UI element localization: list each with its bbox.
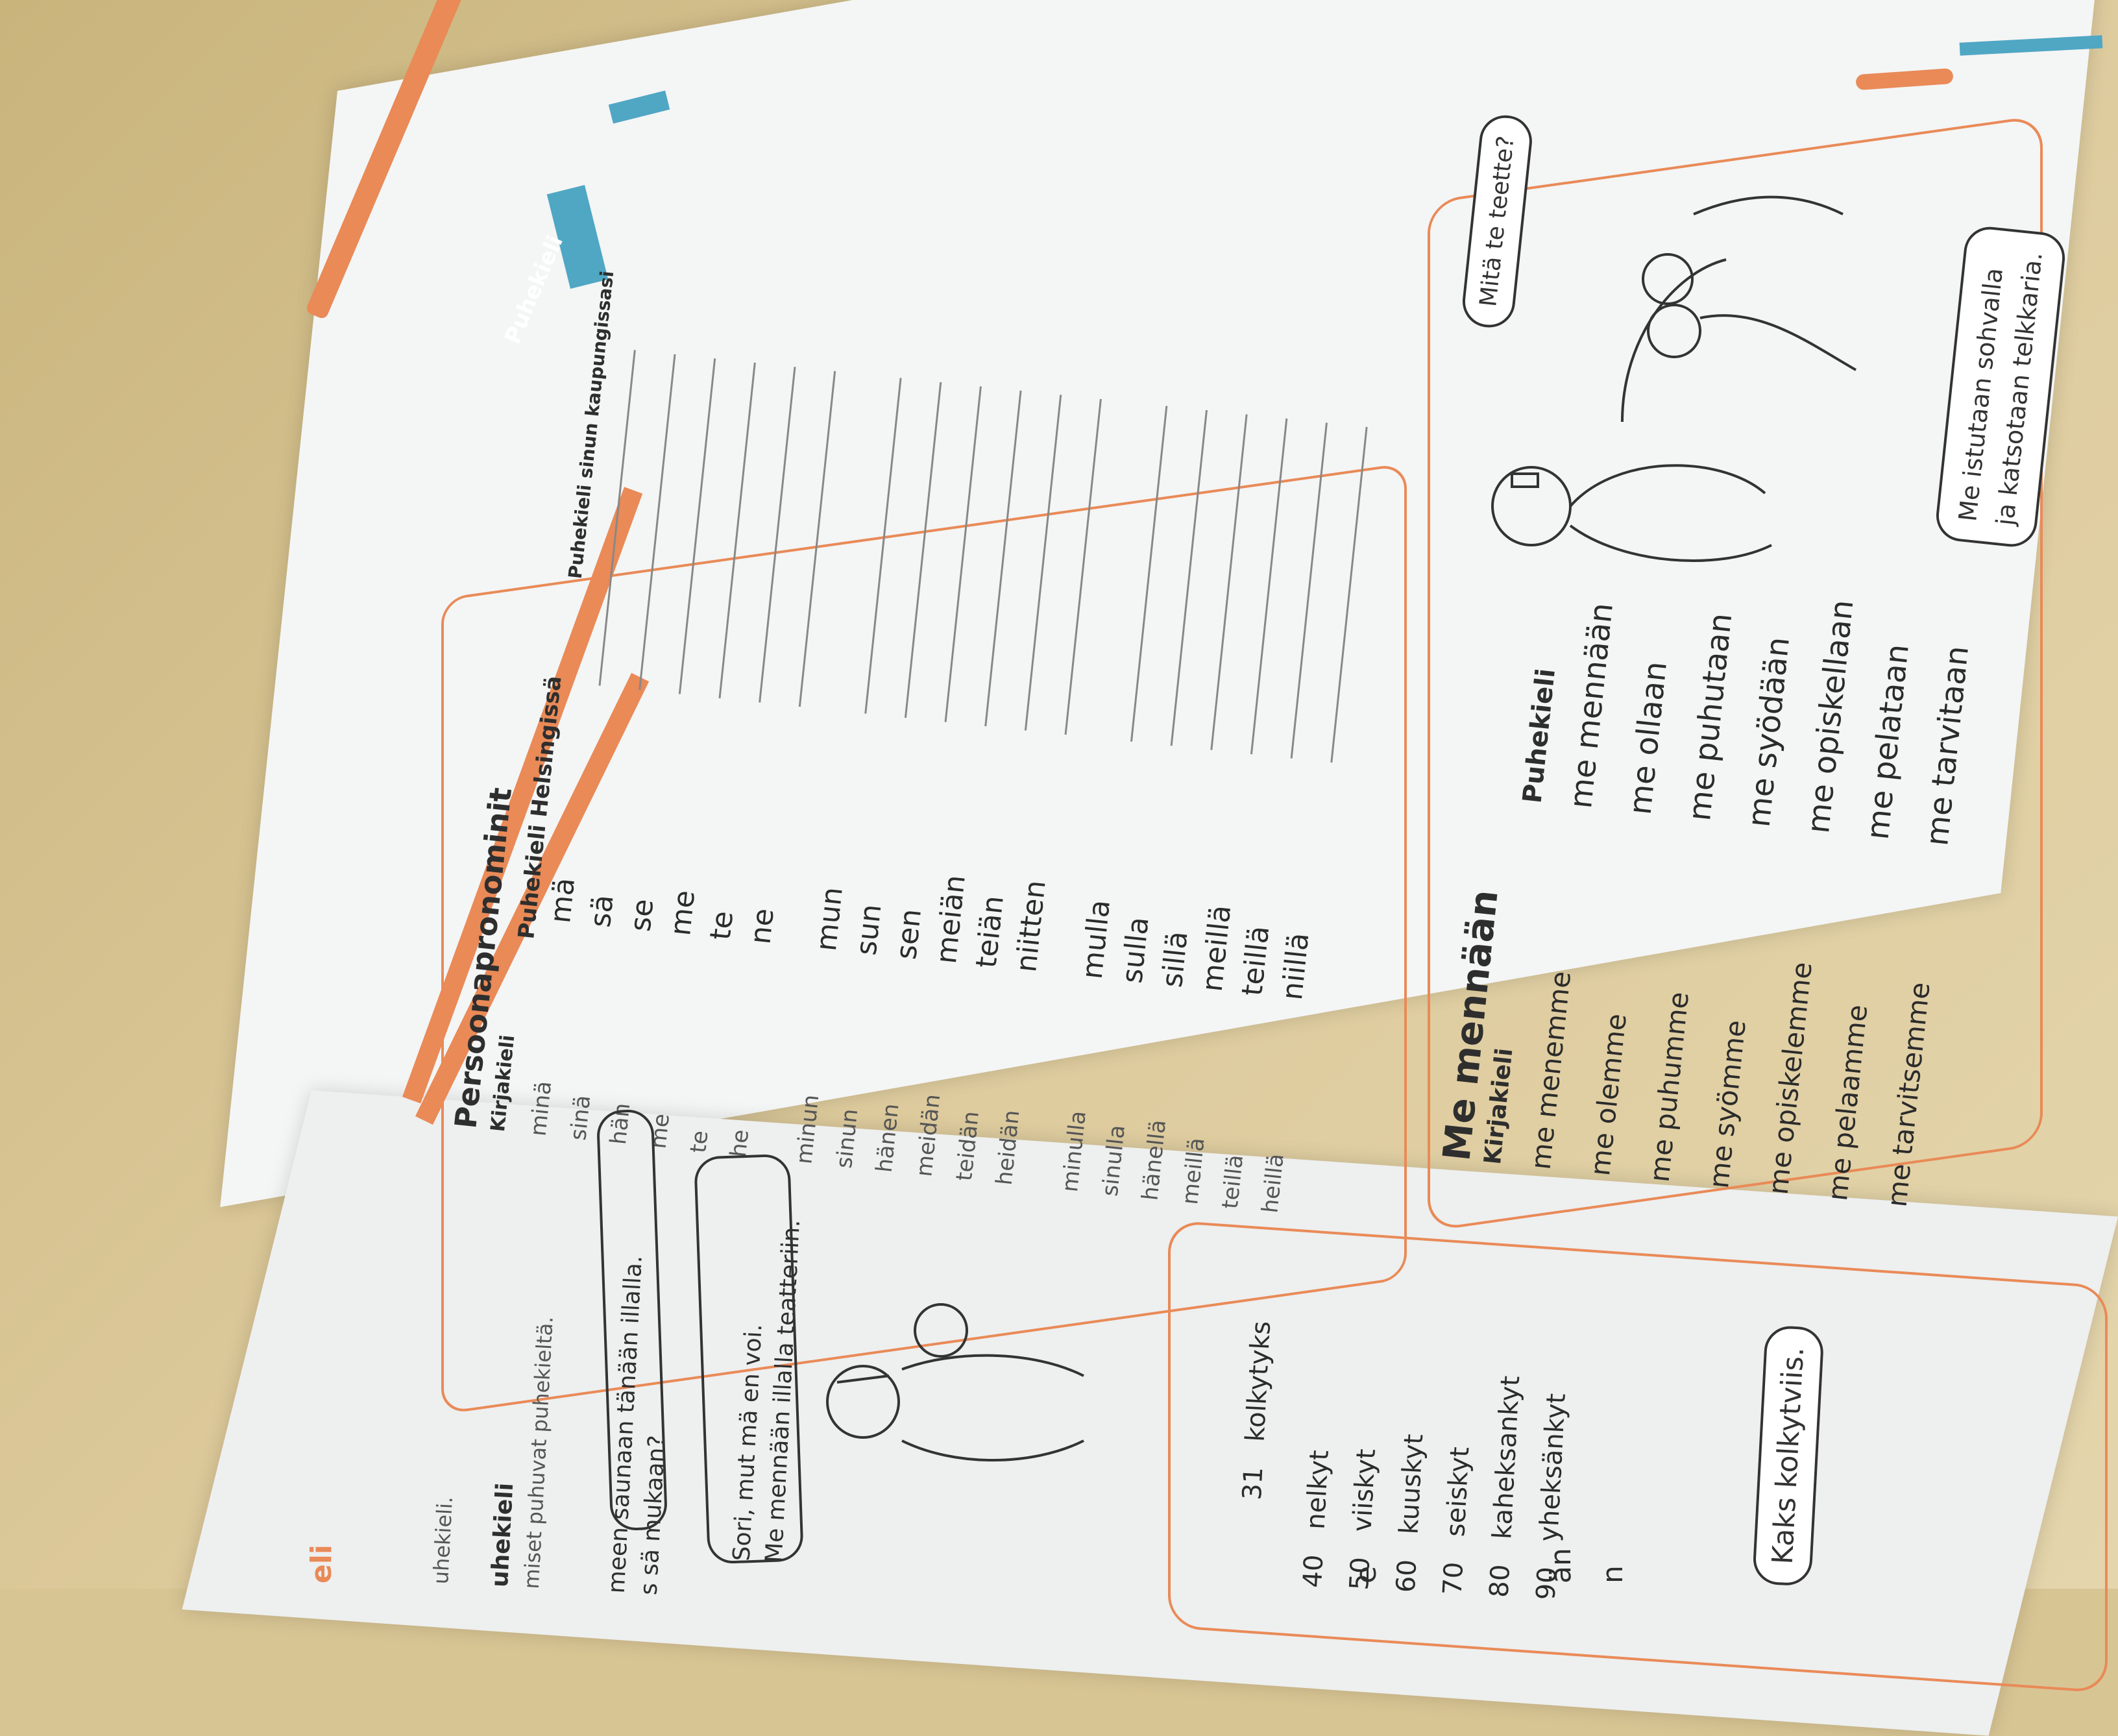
number-word: nelkyt bbox=[1300, 1449, 1335, 1530]
hat-person-illustration bbox=[826, 1303, 1084, 1461]
pronoun-helsinki: sillä bbox=[1155, 929, 1195, 989]
number-word: kuuskyt bbox=[1394, 1433, 1430, 1535]
number-value: 60 bbox=[1391, 1558, 1423, 1594]
pronoun-helsinki: niillä bbox=[1275, 931, 1316, 1002]
number-value: 70 bbox=[1437, 1561, 1470, 1596]
number-value: 80 bbox=[1484, 1563, 1516, 1598]
pronoun-kirjakieli: he bbox=[725, 1128, 755, 1158]
couple-sofa-illustration bbox=[1621, 195, 1856, 422]
pronoun-helsinki: se bbox=[624, 897, 661, 933]
bubble-3-text: Kaks kolkytviis. bbox=[1766, 1346, 1811, 1565]
left-section-title: uhekieli bbox=[486, 1482, 519, 1588]
edge-fragment-1: e bbox=[1350, 1565, 1383, 1583]
pronoun-helsinki: me bbox=[664, 888, 702, 938]
number-value: 31 bbox=[1237, 1466, 1269, 1501]
left-intro-1: uhekieli. bbox=[428, 1495, 458, 1585]
pronoun-kirjakieli: sinä bbox=[565, 1094, 596, 1142]
pronoun-helsinki: te bbox=[703, 909, 740, 942]
edge-fragment-3: n bbox=[1596, 1565, 1629, 1583]
pronoun-helsinki: sun bbox=[849, 902, 888, 957]
open-book: Puhekieli eli Persoonapronominit Kirjaki… bbox=[0, 0, 2118, 1736]
number-word: kolkytyks bbox=[1240, 1320, 1277, 1443]
edge-fragment-2: än bbox=[1544, 1548, 1577, 1583]
speech-bubble-left-2 bbox=[694, 1153, 804, 1565]
left-header-fragment: eli bbox=[305, 1544, 338, 1583]
pronoun-helsinki: sulla bbox=[1115, 915, 1156, 985]
pronoun-kirjakieli: te bbox=[685, 1129, 714, 1155]
number-word: seiskyt bbox=[1441, 1446, 1476, 1538]
pronoun-helsinki: mä bbox=[544, 876, 582, 925]
pronoun-helsinki: sen bbox=[890, 907, 929, 961]
pronoun-helsinki: sä bbox=[583, 893, 620, 929]
pronoun-helsinki: mun bbox=[809, 885, 849, 953]
number-value: 40 bbox=[1297, 1554, 1330, 1589]
number-word: viiskyt bbox=[1347, 1448, 1382, 1533]
pronoun-helsinki: ne bbox=[744, 907, 781, 946]
question-text: Mitä te teette? bbox=[1475, 134, 1520, 308]
